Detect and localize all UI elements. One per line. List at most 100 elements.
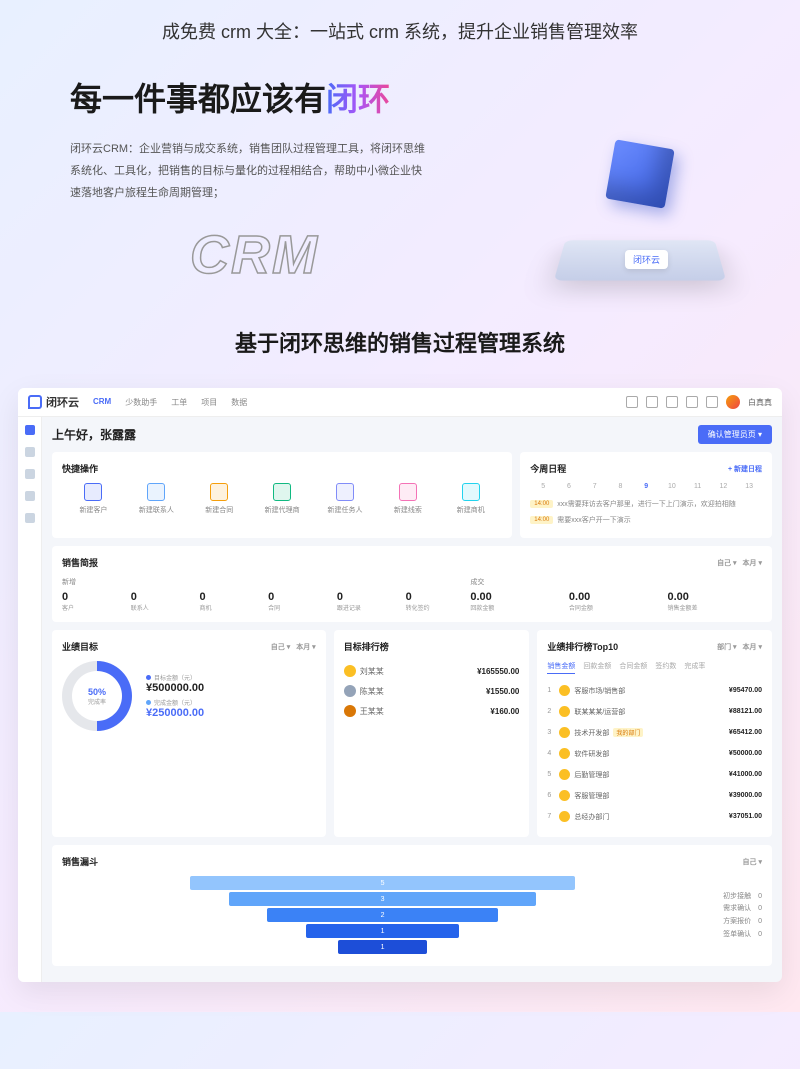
- page-title: 成免费 crm 大全：一站式 crm 系统，提升企业销售管理效率: [0, 0, 800, 54]
- nav-item[interactable]: 数据: [231, 397, 247, 408]
- panel-title: 业绩目标: [62, 640, 98, 653]
- tool-icon[interactable]: [686, 396, 698, 408]
- dashboard-main: 上午好，张露露 确认管理员页 ▾ 快捷操作 新建客户新建联系人新建合同新建代理商…: [42, 417, 782, 982]
- stat-item: 0合同: [268, 591, 333, 612]
- logo-text: 闭环云: [46, 394, 79, 410]
- top10-rank-panel: 业绩排行榜Top10 部门 ▾ 本月 ▾ 销售金额回款金额合同金额签约数完成率 1…: [537, 630, 772, 837]
- hero-3d-graphic: 闭环云: [540, 114, 740, 314]
- schedule-item[interactable]: 14:00需要xxx客户开一下演示: [530, 512, 762, 528]
- rank-row: 7总经办部门¥37051.00: [547, 806, 762, 827]
- calendar-day[interactable]: 9: [633, 483, 659, 490]
- funnel-step: 5: [190, 876, 575, 890]
- brief-subtitle: 成交: [470, 577, 762, 587]
- calendar-day[interactable]: 11: [685, 483, 711, 490]
- perf-row: 王某某¥160.00: [344, 701, 520, 721]
- quick-action[interactable]: 新建代理商: [251, 483, 314, 515]
- filter-self[interactable]: 自己 ▾: [743, 857, 762, 867]
- rank-tab[interactable]: 合同金额: [619, 661, 647, 674]
- dashboard-topbar: 闭环云 CRM 少数助手 工单 项目 数据 白真真: [18, 388, 782, 417]
- add-schedule-link[interactable]: + 新建日程: [728, 464, 762, 474]
- nav-item[interactable]: 项目: [201, 397, 217, 408]
- filter-month[interactable]: 本月 ▾: [743, 642, 762, 652]
- hero-description: 闭环云CRM：企业营销与成交系统，销售团队过程管理工具，将闭环思维系统化、工具化…: [70, 138, 430, 204]
- funnel-step: 3: [229, 892, 537, 906]
- stat-item: 0跟进记录: [337, 591, 402, 612]
- hero-h1-highlight: 闭环: [326, 81, 390, 117]
- stat-item: 0转化签约: [406, 591, 471, 612]
- quick-action[interactable]: 新建合同: [188, 483, 251, 515]
- calendar-day[interactable]: 10: [659, 483, 685, 490]
- rank-tab[interactable]: 签约数: [655, 661, 676, 674]
- rank-row: 5后勤管理部¥41000.00: [547, 764, 762, 785]
- calendar-day[interactable]: 13: [736, 483, 762, 490]
- calendar-day[interactable]: 7: [582, 483, 608, 490]
- sales-brief-panel: 销售简报 自己 ▾本月 ▾ 新增 0客户0联系人0商机0合同0跟进记录0转化签约…: [52, 546, 772, 622]
- calendar-day[interactable]: 12: [711, 483, 737, 490]
- goal-label: 完成金额（元）: [154, 698, 196, 707]
- panel-title: 销售漏斗: [62, 855, 98, 868]
- panel-title: 今周日程: [530, 462, 566, 475]
- calendar-day[interactable]: 6: [556, 483, 582, 490]
- quick-action[interactable]: 新建客户: [62, 483, 125, 515]
- panel-title: 快捷操作: [62, 462, 98, 475]
- sidebar-item[interactable]: [25, 469, 35, 479]
- dashboard-screenshot: 闭环云 CRM 少数助手 工单 项目 数据 白真真 上午好，张露露 确认管理员页 ▾: [18, 388, 782, 982]
- schedule-item[interactable]: 14:00xxx需要拜访去客户那里，进行一下上门演示，欢迎拍相随: [530, 496, 762, 512]
- goal-value: ¥500000.00: [146, 682, 316, 694]
- sidebar: [18, 417, 42, 982]
- filter-dept[interactable]: 部门 ▾: [717, 642, 736, 652]
- rank-row: 1客服市场/销售部¥95470.00: [547, 680, 762, 701]
- filter-month[interactable]: 本月 ▾: [743, 558, 762, 568]
- tool-icon[interactable]: [706, 396, 718, 408]
- rank-row: 4软件研发部¥50000.00: [547, 743, 762, 764]
- goal-panel: 业绩目标 自己 ▾本月 ▾ 50%完成率 目标金额（元） ¥500000.00: [52, 630, 326, 837]
- tool-icon[interactable]: [666, 396, 678, 408]
- stat-item: 0.00销售金额差: [667, 591, 762, 612]
- quick-action[interactable]: 新建线索: [376, 483, 439, 515]
- top-nav: CRM 少数助手 工单 项目 数据: [93, 397, 612, 408]
- perf-row: 刘某某¥165550.00: [344, 661, 520, 681]
- quick-action[interactable]: 新建商机: [439, 483, 502, 515]
- admin-page-button[interactable]: 确认管理员页 ▾: [698, 425, 772, 444]
- panel-title: 目标排行榜: [344, 640, 389, 653]
- sidebar-item[interactable]: [25, 425, 35, 435]
- goal-percent: 50%: [88, 687, 106, 697]
- stat-item: 0.00回款金额: [470, 591, 565, 612]
- stat-item: 0.00合同金额: [569, 591, 664, 612]
- funnel-step: 1: [306, 924, 460, 938]
- stat-item: 0商机: [199, 591, 264, 612]
- rank-tab[interactable]: 回款金额: [583, 661, 611, 674]
- rank-tab[interactable]: 销售金额: [547, 661, 575, 674]
- nav-item[interactable]: 工单: [171, 397, 187, 408]
- sidebar-item[interactable]: [25, 513, 35, 523]
- topbar-tools: 白真真: [626, 395, 772, 409]
- funnel-step: 2: [267, 908, 498, 922]
- rank-row: 3技术开发部我的部门¥65412.00: [547, 722, 762, 743]
- funnel-legend-item: 签单确认 0: [723, 929, 762, 942]
- filter-self[interactable]: 自己 ▾: [271, 642, 290, 652]
- greeting: 上午好，张露露: [52, 426, 136, 443]
- schedule-panel: 今周日程 + 新建日程 5678910111213 14:00xxx需要拜访去客…: [520, 452, 772, 538]
- stat-item: 0联系人: [131, 591, 196, 612]
- sidebar-item[interactable]: [25, 447, 35, 457]
- tool-icon[interactable]: [626, 396, 638, 408]
- tool-icon[interactable]: [646, 396, 658, 408]
- perf-row: 陈某某¥1550.00: [344, 681, 520, 701]
- funnel-legend-item: 需求确认 0: [723, 903, 762, 916]
- funnel-step: 1: [338, 940, 428, 954]
- filter-month[interactable]: 本月 ▾: [296, 642, 315, 652]
- rank-tab[interactable]: 完成率: [684, 661, 705, 674]
- user-avatar[interactable]: [726, 395, 740, 409]
- hero-section: 每一件事都应该有闭环 闭环云CRM：企业营销与成交系统，销售团队过程管理工具，将…: [0, 54, 800, 306]
- nav-item[interactable]: 少数助手: [125, 397, 157, 408]
- calendar-day[interactable]: 8: [608, 483, 634, 490]
- quick-action[interactable]: 新建联系人: [125, 483, 188, 515]
- quick-action[interactable]: 新建任务人: [314, 483, 377, 515]
- app-logo[interactable]: 闭环云: [28, 394, 79, 410]
- brand-tag: 闭环云: [625, 250, 668, 269]
- sidebar-item[interactable]: [25, 491, 35, 501]
- nav-item[interactable]: CRM: [93, 397, 111, 408]
- calendar-day[interactable]: 5: [530, 483, 556, 490]
- filter-self[interactable]: 自己 ▾: [717, 558, 736, 568]
- panel-title: 业绩排行榜Top10: [547, 640, 618, 653]
